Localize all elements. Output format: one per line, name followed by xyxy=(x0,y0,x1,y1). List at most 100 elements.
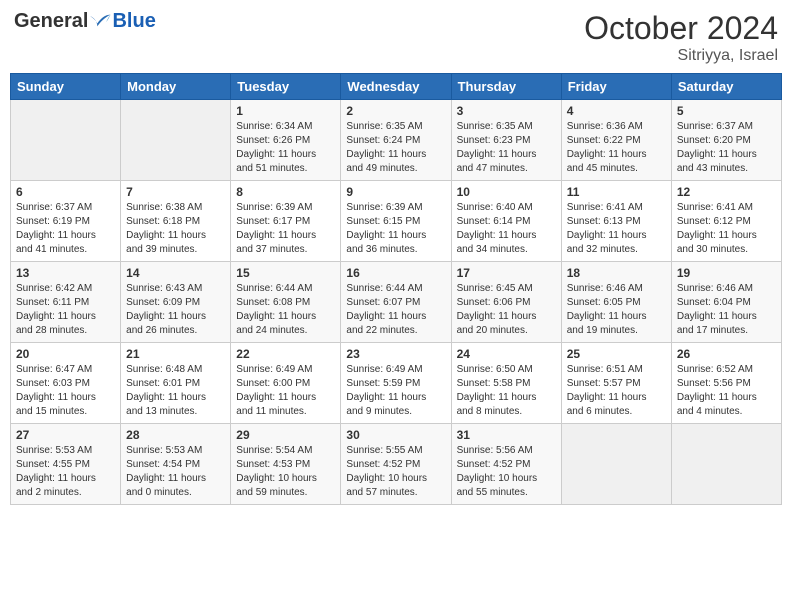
day-detail: Sunrise: 6:50 AM Sunset: 5:58 PM Dayligh… xyxy=(457,363,556,419)
day-detail: Sunrise: 6:38 AM Sunset: 6:18 PM Dayligh… xyxy=(126,201,225,257)
day-number: 21 xyxy=(126,347,225,361)
day-number: 11 xyxy=(567,185,666,199)
calendar-cell: 27 Sunrise: 5:53 AM Sunset: 4:55 PM Dayli… xyxy=(11,424,121,505)
day-detail: Sunrise: 6:44 AM Sunset: 6:07 PM Dayligh… xyxy=(346,282,445,338)
day-number: 28 xyxy=(126,428,225,442)
calendar-cell: 3Sunrise: 6:35 AM Sunset: 6:23 PM Daylig… xyxy=(451,100,561,181)
day-detail: Sunrise: 6:49 AM Sunset: 6:00 PM Dayligh… xyxy=(236,363,335,419)
day-detail: Sunrise: 5:53 AM Sunset: 4:54 PM Dayligh… xyxy=(126,444,225,500)
day-number: 8 xyxy=(236,185,335,199)
day-detail: Sunrise: 6:47 AM Sunset: 6:03 PM Dayligh… xyxy=(16,363,115,419)
day-number: 26 xyxy=(677,347,776,361)
day-detail: Sunrise: 6:46 AM Sunset: 6:05 PM Dayligh… xyxy=(567,282,666,338)
calendar-cell: 29 Sunrise: 5:54 AM Sunset: 4:53 PM Dayli… xyxy=(231,424,341,505)
day-number: 31 xyxy=(457,428,556,442)
calendar-cell: 31 Sunrise: 5:56 AM Sunset: 4:52 PM Dayli… xyxy=(451,424,561,505)
day-number: 22 xyxy=(236,347,335,361)
day-number: 10 xyxy=(457,185,556,199)
day-detail: Sunrise: 5:54 AM Sunset: 4:53 PM Dayligh… xyxy=(236,444,335,500)
day-number: 15 xyxy=(236,266,335,280)
calendar-week-row: 20 Sunrise: 6:47 AM Sunset: 6:03 PM Dayli… xyxy=(11,343,782,424)
day-number: 29 xyxy=(236,428,335,442)
calendar-cell: 16 Sunrise: 6:44 AM Sunset: 6:07 PM Dayli… xyxy=(341,262,451,343)
day-detail: Sunrise: 6:35 AM Sunset: 6:24 PM Dayligh… xyxy=(346,120,445,176)
day-detail: Sunrise: 6:41 AM Sunset: 6:13 PM Dayligh… xyxy=(567,201,666,257)
month-title: October 2024 xyxy=(584,10,778,47)
calendar-header-row: SundayMondayTuesdayWednesdayThursdayFrid… xyxy=(11,74,782,100)
day-of-week-header: Wednesday xyxy=(341,74,451,100)
day-of-week-header: Saturday xyxy=(671,74,781,100)
calendar-cell xyxy=(671,424,781,505)
day-detail: Sunrise: 6:51 AM Sunset: 5:57 PM Dayligh… xyxy=(567,363,666,419)
day-detail: Sunrise: 5:53 AM Sunset: 4:55 PM Dayligh… xyxy=(16,444,115,500)
day-detail: Sunrise: 6:37 AM Sunset: 6:19 PM Dayligh… xyxy=(16,201,115,257)
day-of-week-header: Tuesday xyxy=(231,74,341,100)
day-of-week-header: Friday xyxy=(561,74,671,100)
day-number: 13 xyxy=(16,266,115,280)
day-number: 9 xyxy=(346,185,445,199)
calendar-cell: 1Sunrise: 6:34 AM Sunset: 6:26 PM Daylig… xyxy=(231,100,341,181)
day-detail: Sunrise: 6:40 AM Sunset: 6:14 PM Dayligh… xyxy=(457,201,556,257)
day-number: 23 xyxy=(346,347,445,361)
day-number: 18 xyxy=(567,266,666,280)
day-number: 1 xyxy=(236,104,335,118)
logo-general-text: General xyxy=(14,10,88,33)
calendar-cell: 13 Sunrise: 6:42 AM Sunset: 6:11 PM Dayli… xyxy=(11,262,121,343)
day-detail: Sunrise: 6:35 AM Sunset: 6:23 PM Dayligh… xyxy=(457,120,556,176)
logo: General Blue xyxy=(14,10,156,33)
calendar-cell: 18 Sunrise: 6:46 AM Sunset: 6:05 PM Dayli… xyxy=(561,262,671,343)
calendar-cell: 8Sunrise: 6:39 AM Sunset: 6:17 PM Daylig… xyxy=(231,181,341,262)
calendar-cell: 23 Sunrise: 6:49 AM Sunset: 5:59 PM Dayli… xyxy=(341,343,451,424)
calendar-week-row: 13 Sunrise: 6:42 AM Sunset: 6:11 PM Dayli… xyxy=(11,262,782,343)
location-title: Sitriyya, Israel xyxy=(584,47,778,65)
calendar-cell xyxy=(561,424,671,505)
day-detail: Sunrise: 6:42 AM Sunset: 6:11 PM Dayligh… xyxy=(16,282,115,338)
day-detail: Sunrise: 6:49 AM Sunset: 5:59 PM Dayligh… xyxy=(346,363,445,419)
calendar-cell: 2 Sunrise: 6:35 AM Sunset: 6:24 PM Daylig… xyxy=(341,100,451,181)
calendar-cell: 22 Sunrise: 6:49 AM Sunset: 6:00 PM Dayli… xyxy=(231,343,341,424)
day-of-week-header: Thursday xyxy=(451,74,561,100)
calendar-cell: 17 Sunrise: 6:45 AM Sunset: 6:06 PM Dayli… xyxy=(451,262,561,343)
calendar-cell: 11 Sunrise: 6:41 AM Sunset: 6:13 PM Dayli… xyxy=(561,181,671,262)
calendar-cell: 9Sunrise: 6:39 AM Sunset: 6:15 PM Daylig… xyxy=(341,181,451,262)
day-number: 27 xyxy=(16,428,115,442)
day-number: 25 xyxy=(567,347,666,361)
day-detail: Sunrise: 5:56 AM Sunset: 4:52 PM Dayligh… xyxy=(457,444,556,500)
calendar-week-row: 27 Sunrise: 5:53 AM Sunset: 4:55 PM Dayli… xyxy=(11,424,782,505)
day-number: 16 xyxy=(346,266,445,280)
day-number: 19 xyxy=(677,266,776,280)
calendar-cell: 28 Sunrise: 5:53 AM Sunset: 4:54 PM Dayli… xyxy=(121,424,231,505)
page-header: General Blue October 2024 Sitriyya, Isra… xyxy=(10,10,782,65)
calendar-cell: 25 Sunrise: 6:51 AM Sunset: 5:57 PM Dayli… xyxy=(561,343,671,424)
calendar-cell: 10 Sunrise: 6:40 AM Sunset: 6:14 PM Dayli… xyxy=(451,181,561,262)
calendar-cell: 14 Sunrise: 6:43 AM Sunset: 6:09 PM Dayli… xyxy=(121,262,231,343)
day-number: 24 xyxy=(457,347,556,361)
day-number: 20 xyxy=(16,347,115,361)
day-number: 14 xyxy=(126,266,225,280)
day-detail: Sunrise: 6:43 AM Sunset: 6:09 PM Dayligh… xyxy=(126,282,225,338)
calendar-cell: 19Sunrise: 6:46 AM Sunset: 6:04 PM Dayli… xyxy=(671,262,781,343)
title-block: October 2024 Sitriyya, Israel xyxy=(584,10,778,65)
logo-blue-text: Blue xyxy=(112,10,155,33)
day-detail: Sunrise: 6:36 AM Sunset: 6:22 PM Dayligh… xyxy=(567,120,666,176)
calendar-cell: 24 Sunrise: 6:50 AM Sunset: 5:58 PM Dayli… xyxy=(451,343,561,424)
day-detail: Sunrise: 6:44 AM Sunset: 6:08 PM Dayligh… xyxy=(236,282,335,338)
day-number: 6 xyxy=(16,185,115,199)
calendar-cell: 7 Sunrise: 6:38 AM Sunset: 6:18 PM Daylig… xyxy=(121,181,231,262)
calendar-table: SundayMondayTuesdayWednesdayThursdayFrid… xyxy=(10,73,782,505)
day-detail: Sunrise: 6:37 AM Sunset: 6:20 PM Dayligh… xyxy=(677,120,776,176)
day-number: 17 xyxy=(457,266,556,280)
day-number: 30 xyxy=(346,428,445,442)
calendar-cell xyxy=(121,100,231,181)
calendar-cell: 12Sunrise: 6:41 AM Sunset: 6:12 PM Dayli… xyxy=(671,181,781,262)
day-detail: Sunrise: 6:45 AM Sunset: 6:06 PM Dayligh… xyxy=(457,282,556,338)
day-detail: Sunrise: 6:52 AM Sunset: 5:56 PM Dayligh… xyxy=(677,363,776,419)
calendar-cell: 4Sunrise: 6:36 AM Sunset: 6:22 PM Daylig… xyxy=(561,100,671,181)
calendar-cell: 20 Sunrise: 6:47 AM Sunset: 6:03 PM Dayli… xyxy=(11,343,121,424)
calendar-cell xyxy=(11,100,121,181)
day-number: 12 xyxy=(677,185,776,199)
day-number: 7 xyxy=(126,185,225,199)
calendar-cell: 15 Sunrise: 6:44 AM Sunset: 6:08 PM Dayli… xyxy=(231,262,341,343)
day-of-week-header: Sunday xyxy=(11,74,121,100)
day-number: 2 xyxy=(346,104,445,118)
